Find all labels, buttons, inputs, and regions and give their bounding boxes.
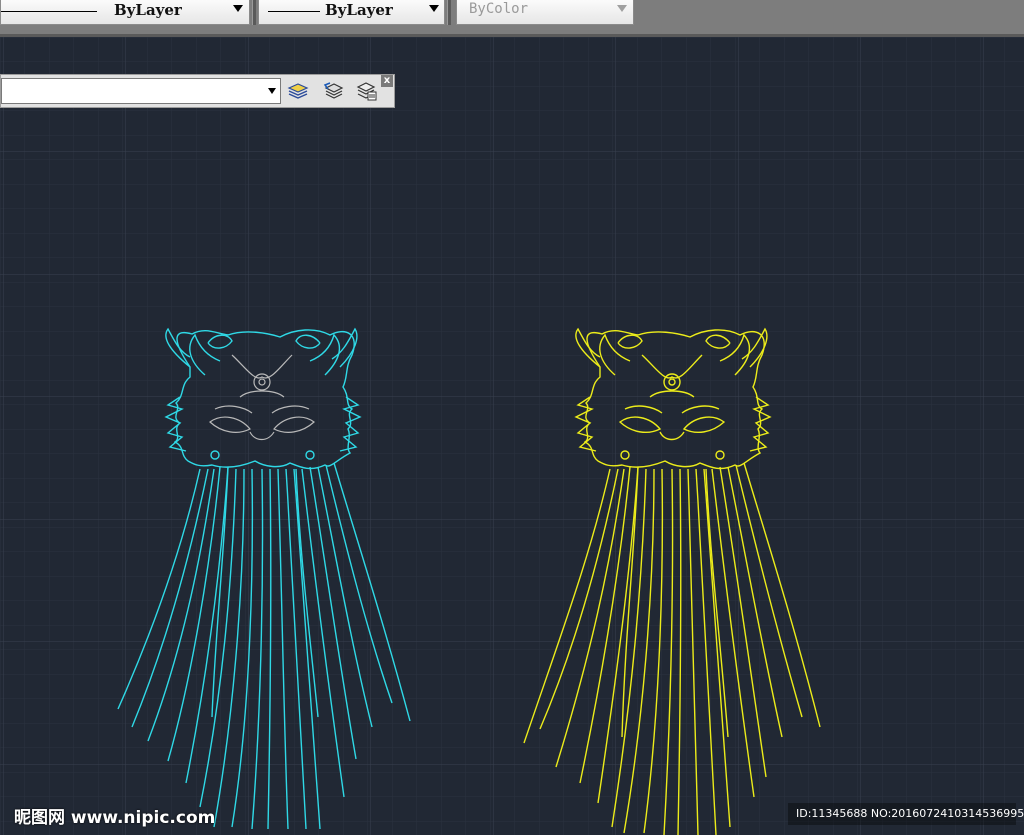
chevron-down-icon[interactable] — [233, 5, 243, 12]
properties-toolbar: ByLayer ByLayer ByColor — [0, 0, 1024, 37]
plotstyle-value: ByColor — [469, 1, 529, 17]
layer-toolbar: x — [0, 74, 395, 108]
layer-states-icon[interactable] — [353, 78, 381, 104]
major-grid — [0, 37, 1024, 835]
layers-stack-icon[interactable] — [284, 78, 312, 104]
linetype-value: ByLayer — [114, 1, 182, 19]
drawing-canvas[interactable] — [0, 37, 1024, 835]
chevron-down-icon[interactable] — [429, 5, 439, 12]
id-watermark: ID:11345688 NO:20160724103145369956 — [788, 803, 1024, 825]
lineweight-sample — [268, 11, 320, 12]
toolbar-separator — [252, 0, 256, 25]
toolbar-separator — [447, 0, 451, 25]
plotstyle-combo[interactable]: ByColor — [456, 0, 634, 25]
lineweight-combo[interactable]: ByLayer — [258, 0, 445, 25]
close-icon[interactable]: x — [381, 75, 393, 87]
linetype-combo[interactable]: ByLayer — [0, 0, 250, 25]
layer-previous-icon[interactable] — [319, 78, 347, 104]
chevron-down-icon[interactable] — [617, 5, 627, 12]
layer-combo[interactable] — [1, 78, 281, 104]
site-watermark: 昵图网 www.nipic.com — [14, 808, 216, 828]
lineweight-value: ByLayer — [325, 1, 393, 19]
chevron-down-icon[interactable] — [268, 88, 276, 94]
linetype-sample — [1, 11, 97, 12]
